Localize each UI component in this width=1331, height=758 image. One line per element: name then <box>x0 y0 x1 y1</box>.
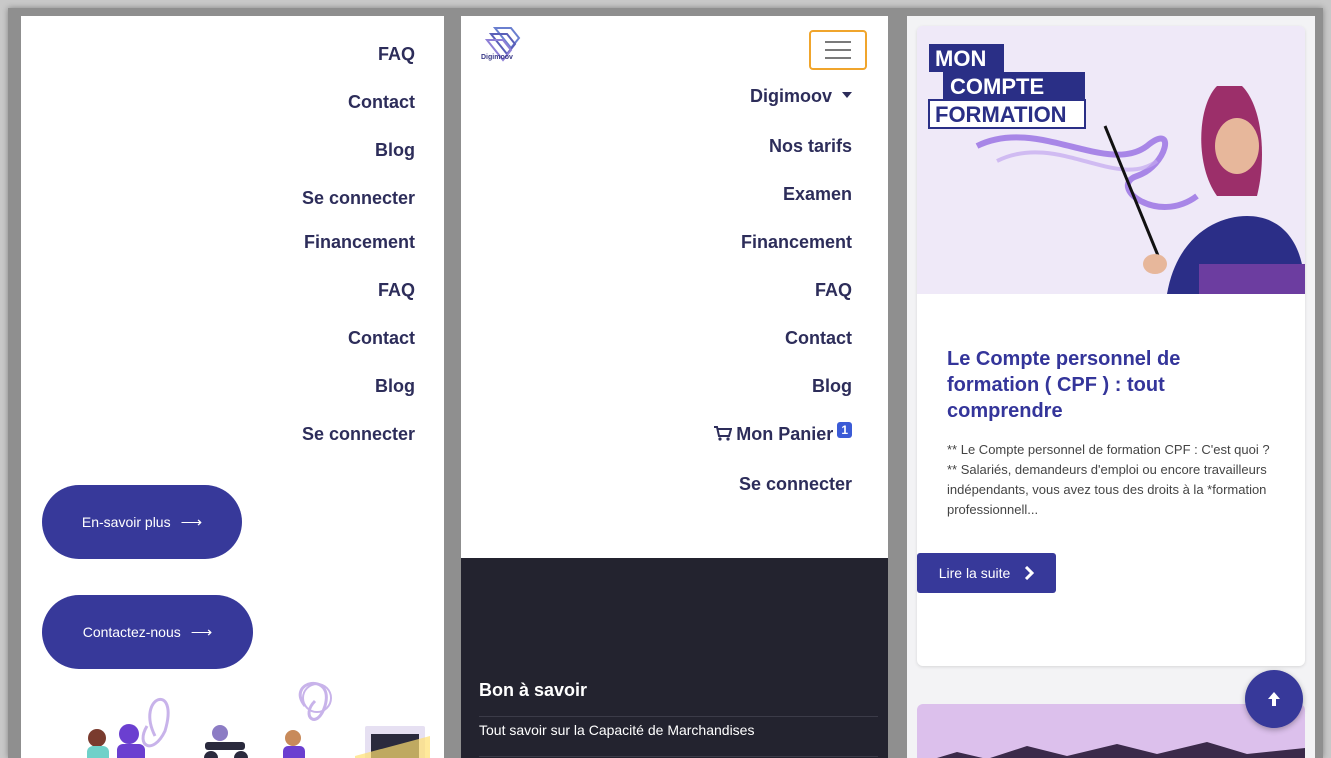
nav-se-connecter[interactable]: Se connecter <box>302 188 415 209</box>
nav-blog[interactable]: Blog <box>812 376 852 397</box>
learn-more-button[interactable]: En-savoir plus ⟶ <box>42 485 242 559</box>
contact-us-label: Contactez-nous <box>82 624 181 640</box>
nav-faq-2[interactable]: FAQ <box>378 280 415 301</box>
right-page-panel[interactable]: MON COMPTE FORMATION Le Compte personnel… <box>907 16 1315 758</box>
nav-blog[interactable]: Blog <box>375 140 415 161</box>
arrow-up-icon <box>1268 692 1280 706</box>
next-card-image[interactable] <box>917 704 1305 758</box>
footer-divider <box>479 756 878 757</box>
nav-financement[interactable]: Financement <box>304 232 415 253</box>
chevron-right-icon <box>1025 566 1035 580</box>
nav-financement[interactable]: Financement <box>741 232 852 253</box>
nav-digimoov-dropdown[interactable]: Digimoov <box>750 86 852 107</box>
nav-panier-label: Mon Panier <box>736 424 834 444</box>
banner-word-2: COMPTE <box>950 74 1044 99</box>
read-more-button[interactable]: Lire la suite <box>917 553 1056 593</box>
read-more-label: Lire la suite <box>938 565 1011 581</box>
arrow-right-icon: ⟶ <box>190 624 213 641</box>
menu-icon <box>825 41 851 43</box>
footer-divider <box>479 716 878 717</box>
card-description: ** Le Compte personnel de formation CPF … <box>947 442 1270 517</box>
learn-more-label: En-savoir plus <box>81 514 171 530</box>
card-title[interactable]: Le Compte personnel de formation ( CPF )… <box>947 346 1267 424</box>
nav-mon-panier[interactable]: Mon Panier 1 <box>714 422 852 445</box>
nav-digimoov-label: Digimoov <box>749 86 832 106</box>
nav-examen[interactable]: Examen <box>783 184 852 205</box>
blog-card[interactable]: MON COMPTE FORMATION Le Compte personnel… <box>917 26 1305 666</box>
nav-contact[interactable]: Contact <box>785 328 852 349</box>
nav-contact[interactable]: Contact <box>348 92 415 113</box>
middle-page-panel[interactable]: Digimoov Digimoov Nos tarifs Examen Fina… <box>461 16 888 758</box>
cpf-banner-image: MON COMPTE FORMATION <box>917 26 1305 294</box>
nav-se-connecter[interactable]: Se connecter <box>739 474 852 495</box>
digimoov-logo <box>484 27 521 62</box>
contact-us-button[interactable]: Contactez-nous ⟶ <box>42 595 253 669</box>
browser-window-collage: FAQ Contact Blog Se connecter Financemen… <box>8 8 1323 758</box>
menu-icon-line <box>825 49 851 51</box>
scroll-to-top-button[interactable] <box>1245 670 1303 728</box>
logo-text: Digimoov <box>481 54 513 61</box>
nav-blog-2[interactable]: Blog <box>375 376 415 397</box>
cpf-illustration: MON COMPTE FORMATION <box>917 26 1305 294</box>
banner-word-3: FORMATION <box>935 102 1067 127</box>
left-page-panel[interactable]: FAQ Contact Blog Se connecter Financemen… <box>21 16 444 758</box>
delivery-illustration <box>87 681 430 758</box>
arrow-right-icon: ⟶ <box>180 514 203 531</box>
mountain-illustration <box>937 742 1305 758</box>
menu-icon-line <box>825 57 851 59</box>
nav-faq[interactable]: FAQ <box>378 44 415 65</box>
caret-down-icon <box>842 92 852 99</box>
nav-se-connecter-2[interactable]: Se connecter <box>302 424 415 445</box>
nav-contact-2[interactable]: Contact <box>348 328 415 349</box>
footer-title: Bon à savoir <box>479 680 588 700</box>
nav-faq[interactable]: FAQ <box>815 280 852 301</box>
menu-toggle-button[interactable] <box>809 30 867 70</box>
footer-section: Bon à savoir Tout savoir sur la Capacité… <box>461 558 888 758</box>
nav-tarifs[interactable]: Nos tarifs <box>769 136 852 157</box>
footer-link-capacite[interactable]: Tout savoir sur la Capacité de Marchandi… <box>479 722 754 738</box>
banner-word-1: MON <box>935 46 986 71</box>
cart-icon <box>714 426 733 441</box>
cart-count-badge: 1 <box>837 422 852 438</box>
